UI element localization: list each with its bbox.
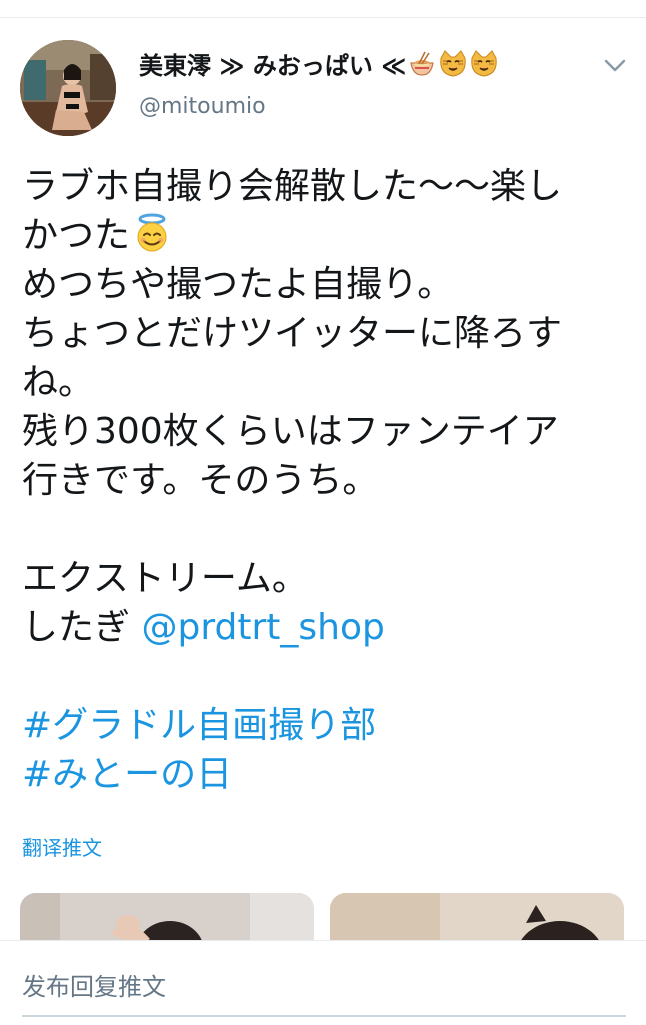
top-divider	[0, 17, 646, 18]
media-thumbnail[interactable]	[330, 893, 624, 940]
tweet-text: ラブホ自撮り会解散した〜〜楽し かつた めつちや撮つたよ自撮り。 ちょつとだけツ…	[22, 162, 622, 799]
tweet-line: ね。	[22, 362, 95, 403]
cat-face-icon	[438, 50, 468, 88]
user-handle[interactable]: @mitoumio	[139, 92, 499, 122]
reply-underline	[22, 1015, 626, 1017]
tweet-line: めつちや撮つたよ自撮り。	[22, 264, 454, 305]
hashtag-link[interactable]: #みとーの日	[22, 754, 232, 795]
tweet-line: ラブホ自撮り会解散した〜〜楽し	[22, 166, 563, 207]
tweet-line: ちょつとだけツイッターに降ろす	[22, 313, 563, 354]
tweet-line: 行きです。そのうち。	[22, 460, 379, 501]
reply-bar: 发布回复推文	[0, 940, 646, 1025]
mention-link[interactable]: @prdtrt_shop	[141, 607, 384, 648]
display-name[interactable]: 美東澪 ≫ みおっぱい ≪	[139, 48, 499, 88]
media-grid	[20, 893, 626, 940]
ramen-bowl-icon	[407, 50, 437, 88]
smiling-face-with-halo-icon	[132, 213, 172, 266]
hashtag-link[interactable]: #グラドル自画撮り部	[22, 705, 376, 746]
reply-input[interactable]: 发布回复推文	[22, 967, 166, 1002]
tweet-header: 美東澪 ≫ みおっぱい ≪ @mitoumio	[139, 48, 499, 122]
tweet-line: かつた	[22, 211, 622, 260]
hashtag-line: #みとーの日	[22, 750, 622, 799]
avatar[interactable]	[20, 40, 116, 136]
translate-tweet-link[interactable]: 翻译推文	[22, 832, 102, 861]
cat-face-icon	[469, 50, 499, 88]
hashtag-line: #グラドル自画撮り部	[22, 701, 622, 750]
tweet-line: したぎ @prdtrt_shop	[22, 607, 385, 648]
tweet-line: エクストリーム。	[22, 558, 308, 599]
chevron-down-icon[interactable]	[603, 58, 627, 78]
tweet-line: 残り300枚くらいはファンテイア	[22, 411, 559, 452]
media-thumbnail[interactable]	[20, 893, 314, 940]
